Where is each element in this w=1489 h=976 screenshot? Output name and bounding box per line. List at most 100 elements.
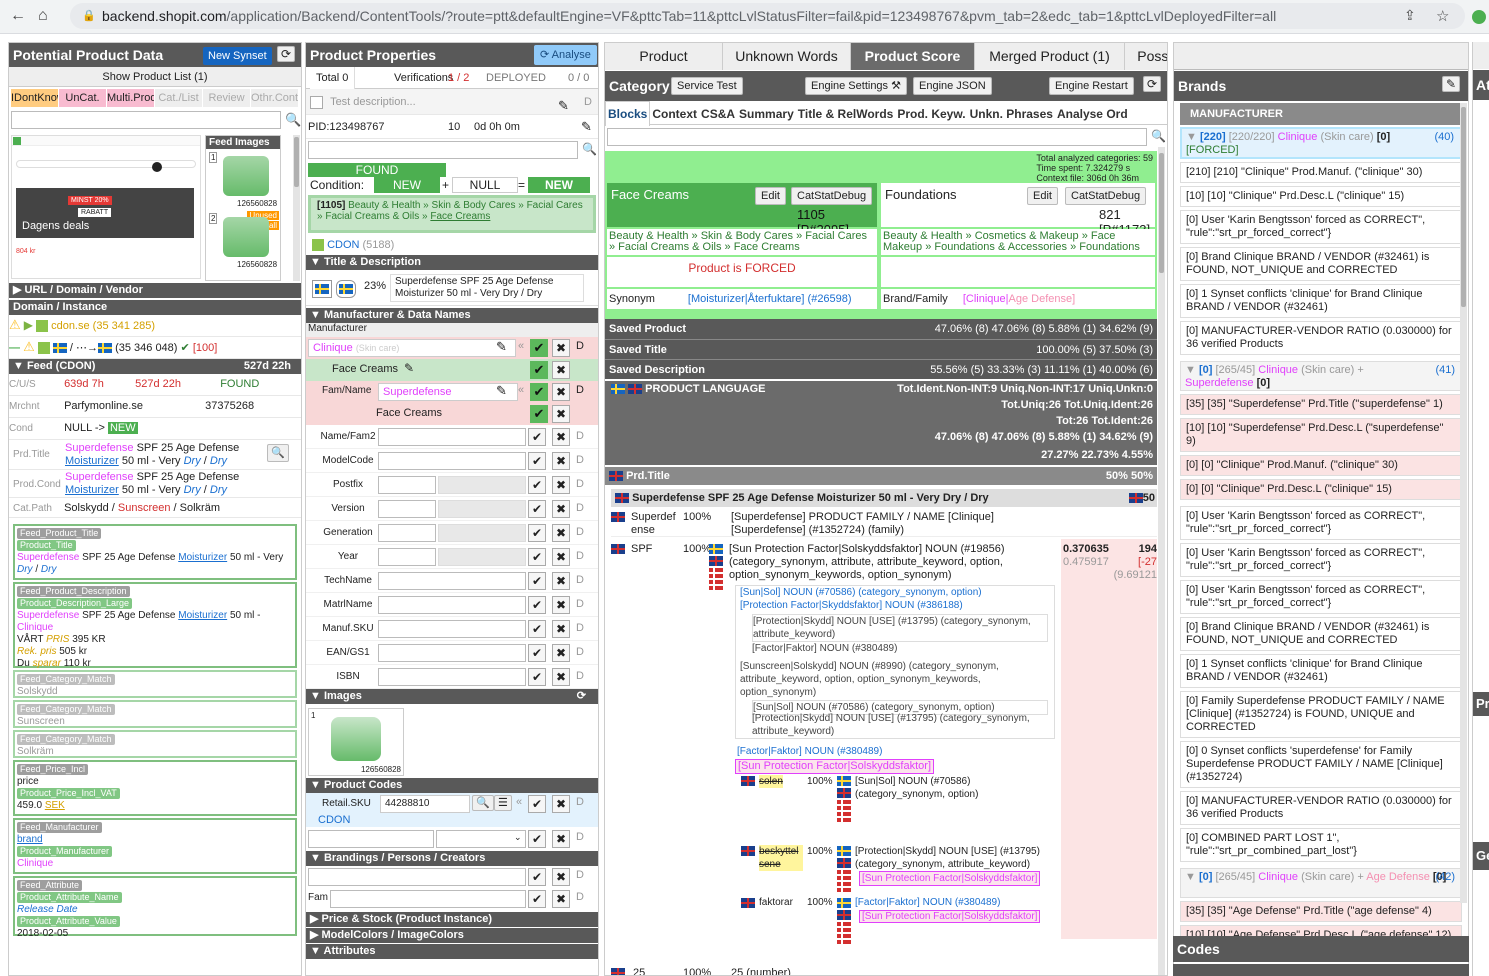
accept-button[interactable]: ✔ xyxy=(528,596,546,614)
delete-d-button[interactable]: D xyxy=(576,670,584,682)
verifications-tab[interactable]: Verifications xyxy=(394,67,453,89)
accept-button[interactable]: ✔ xyxy=(528,548,546,566)
reject-button[interactable]: ✖ xyxy=(552,361,570,379)
subtab-blocks[interactable]: Blocks xyxy=(605,101,651,126)
field-input[interactable] xyxy=(378,620,526,638)
delete-d-button[interactable]: D xyxy=(576,526,584,538)
delete-d-button[interactable]: D xyxy=(576,550,584,562)
delete-d-button[interactable]: D xyxy=(576,340,584,352)
field-input-2[interactable] xyxy=(438,476,526,494)
manufacturer-section[interactable]: ▼ Manufacturer & Data Names xyxy=(306,308,598,323)
field-input-2[interactable] xyxy=(438,500,526,518)
show-product-list[interactable]: Show Product List (1) xyxy=(9,67,301,87)
price-stock-section[interactable]: ▶ Price & Stock (Product Instance) xyxy=(306,912,598,927)
delete-d-button[interactable]: D xyxy=(576,454,584,466)
reject-button[interactable]: ✖ xyxy=(552,476,570,494)
share-icon[interactable]: ⇪ xyxy=(1404,7,1416,24)
delete-d-button[interactable]: D xyxy=(576,598,584,610)
images-scrollbar[interactable] xyxy=(293,135,300,281)
field-input[interactable] xyxy=(378,644,526,662)
reject-button[interactable]: ✖ xyxy=(552,572,570,590)
reject-button[interactable]: ✖ xyxy=(552,383,570,401)
brand-group-1[interactable]: ▼ [220] [220/220] Clinique (Skin care) [… xyxy=(1180,127,1462,159)
accept-button[interactable]: ✔ xyxy=(528,524,546,542)
back-icon[interactable]: ← xyxy=(10,7,26,25)
field-input[interactable] xyxy=(378,476,436,494)
delete-d-button[interactable]: D xyxy=(576,891,584,903)
tab-merged-product[interactable]: Merged Product (1) xyxy=(975,43,1125,70)
search-icon[interactable]: 🔍 xyxy=(267,444,289,462)
spf-tag[interactable]: [Sun Protection Factor|Solskyddsfaktor] xyxy=(735,759,934,774)
accept-button[interactable]: ✔ xyxy=(528,572,546,590)
code-type-select[interactable] xyxy=(436,830,526,848)
analyse-button[interactable]: ⟳ Analyse xyxy=(534,45,597,65)
engine-json-button[interactable]: Engine JSON xyxy=(913,77,992,95)
brand-group-2[interactable]: ▼ [0] [265/45] Clinique (Skin care) + Su… xyxy=(1180,361,1462,391)
engine-restart-button[interactable]: Engine Restart xyxy=(1049,77,1134,95)
category-link[interactable]: Face Creams xyxy=(430,211,490,222)
edit-icon[interactable]: ✎ xyxy=(581,115,592,138)
delete-d-button[interactable]: D xyxy=(576,646,584,658)
edit-icon[interactable]: ✎ xyxy=(558,93,569,114)
engine-settings-button[interactable]: Engine Settings ⚒ xyxy=(805,77,907,95)
feed-thumb-1[interactable]: 1 126560828 xyxy=(207,150,279,210)
test-description-input[interactable]: Test description... xyxy=(330,96,416,108)
filter-uncat[interactable]: UnCat. xyxy=(59,89,106,107)
search-icon[interactable]: 🔍 xyxy=(285,112,301,128)
title-description-section[interactable]: ▼ Title & Description xyxy=(306,255,598,270)
title-description-text[interactable]: Superdefense SPF 25 Age Defense Moisturi… xyxy=(390,274,584,302)
field-input[interactable] xyxy=(378,452,526,470)
delete-d-button[interactable]: D xyxy=(576,502,584,514)
tab-possible-merges[interactable]: Possible Merges (0) xyxy=(1125,43,1167,70)
edit-button[interactable]: Edit xyxy=(755,187,786,205)
code-input[interactable] xyxy=(308,830,434,848)
filter-multiprod[interactable]: Multi.Prod xyxy=(107,89,154,107)
catstat-debug-button[interactable]: CatStatDebug xyxy=(1065,187,1147,205)
subtab-unkn--phrases[interactable]: Unkn. Phrases xyxy=(968,102,1055,126)
address-bar[interactable]: 🔒 backend.shopit.com/application/Backend… xyxy=(70,3,1465,29)
accept-button[interactable]: ✔ xyxy=(528,890,546,908)
url-section-header[interactable]: ▶ URL / Domain / Vendor xyxy=(9,283,301,298)
subtab-title---relwords[interactable]: Title & RelWords xyxy=(796,102,896,126)
reject-button[interactable]: ✖ xyxy=(552,548,570,566)
branding-input[interactable] xyxy=(308,868,526,886)
delete-d-button[interactable]: D xyxy=(576,831,584,843)
edit-icon[interactable]: ✎ xyxy=(496,339,507,355)
cat2-path[interactable]: Beauty & Health » Cosmetics & Makeup » F… xyxy=(881,229,1155,255)
delete-d-button[interactable]: D xyxy=(576,478,584,490)
delete-d-button[interactable]: D xyxy=(576,796,584,808)
play-icon[interactable]: ▶ xyxy=(24,318,33,332)
extension-icon[interactable] xyxy=(1472,10,1486,24)
subtab-context[interactable]: Context xyxy=(650,102,699,126)
cat1-path[interactable]: Beauty & Health » Skin & Body Cares » Fa… xyxy=(607,229,877,255)
field-input[interactable] xyxy=(378,524,436,542)
pid-search-input[interactable] xyxy=(308,141,578,159)
delete-d-button[interactable]: D xyxy=(576,869,584,881)
delete-d-button[interactable]: D xyxy=(576,430,584,442)
accept-button[interactable]: ✔ xyxy=(530,361,548,379)
reject-button[interactable]: ✖ xyxy=(552,428,570,446)
codes-header[interactable]: Codes xyxy=(1173,936,1469,962)
domain-name[interactable]: cdon.se (35 341 285) xyxy=(51,320,155,332)
accept-button[interactable]: ✔ xyxy=(528,830,546,848)
subtab-summary[interactable]: Summary xyxy=(737,102,796,126)
tab-product[interactable]: Product xyxy=(605,43,723,70)
new-synset-button[interactable]: New Synset xyxy=(203,47,272,65)
next-section-header[interactable] xyxy=(1173,964,1469,976)
accept-button[interactable]: ✔ xyxy=(528,620,546,638)
product-codes-section[interactable]: ▼ Product Codes xyxy=(306,778,598,793)
accept-button[interactable]: ✔ xyxy=(528,644,546,662)
brands-scrollbar[interactable] xyxy=(1460,103,1467,903)
images-section[interactable]: ▼ Images ⟳ xyxy=(306,689,598,704)
field-input[interactable] xyxy=(378,428,526,446)
delete-d-button[interactable]: D xyxy=(576,384,584,396)
filter-review[interactable]: Review xyxy=(203,89,250,107)
reject-button[interactable]: ✖ xyxy=(552,339,570,357)
score-search-input[interactable] xyxy=(607,128,1147,146)
accept-button[interactable]: ✔ xyxy=(528,452,546,470)
field-input[interactable] xyxy=(378,668,526,686)
tab-unknown-words[interactable]: Unknown Words xyxy=(723,43,851,70)
filter-idontknow[interactable]: IDontKnow xyxy=(11,89,58,107)
edit-icon[interactable]: ✎ xyxy=(404,361,414,375)
filter-othrcont[interactable]: Othr.Cont xyxy=(251,89,298,107)
